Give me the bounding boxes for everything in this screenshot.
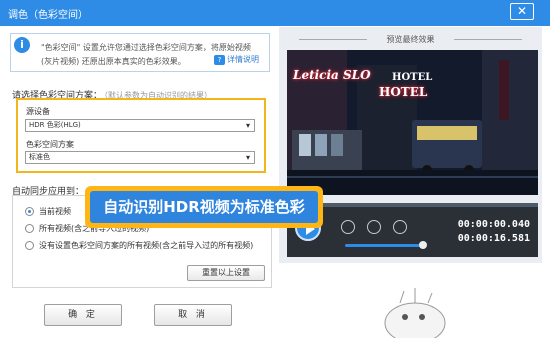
cancel-button[interactable]: 取 消 [154, 304, 232, 326]
sync-option-label: 没有设置色彩空间方案的所有视频(含之前导入过的所有视频) [39, 241, 254, 250]
previous-frame-icon[interactable] [367, 220, 381, 234]
color-scheme-select[interactable]: 标准色 ▾ [25, 151, 255, 164]
info-text-line1: "色彩空间" 设置允许您通过选择色彩空间方案，将原始视频 [41, 43, 251, 52]
radio-selected-icon[interactable] [25, 207, 34, 216]
help-link-label: 详情说明 [227, 55, 259, 64]
neon-sign: HOTEL [379, 85, 428, 99]
next-frame-icon[interactable] [393, 220, 407, 234]
sync-option-label: 当前视频 [39, 207, 71, 216]
close-icon[interactable]: ✕ [510, 3, 534, 20]
sync-option-unset[interactable]: 没有设置色彩空间方案的所有视频(含之前导入过的所有视频) [25, 240, 253, 251]
reset-button[interactable]: 重置以上设置 [187, 265, 265, 281]
scheme-label: 色彩空间方案 [26, 140, 74, 149]
volume-slider[interactable] [345, 244, 423, 247]
callout-text: 自动识别HDR视频为标准色彩 [90, 191, 318, 223]
info-text-line2: (灰片视频) 还原出原本真实的色彩效果。 [41, 57, 186, 66]
divider [454, 39, 522, 40]
volume-knob[interactable] [419, 241, 427, 249]
progress-bar[interactable] [287, 203, 538, 207]
source-device-select[interactable]: HDR 色彩(HLG) ▾ [25, 119, 255, 132]
help-link[interactable]: ? 详情说明 [214, 54, 259, 65]
mascot-illustration [384, 288, 446, 338]
ok-button[interactable]: 确 定 [44, 304, 122, 326]
title-bar: 调色（色彩空间） ✕ [0, 0, 550, 26]
radio-icon[interactable] [25, 224, 34, 233]
source-device-label: 源设备 [26, 107, 50, 116]
info-icon: i [14, 37, 30, 53]
neon-sign: Leticia SLO [293, 68, 371, 82]
feature-callout: 自动识别HDR视频为标准色彩 [85, 186, 323, 228]
color-space-selector-group: 源设备 HDR 色彩(HLG) ▾ 色彩空间方案 标准色 ▾ [16, 98, 266, 173]
info-panel: i "色彩空间" 设置允许您通过选择色彩空间方案，将原始视频 (灰片视频) 还原… [10, 33, 270, 72]
sync-option-current[interactable]: 当前视频 [25, 206, 71, 217]
current-time: 00:00:00.040 [457, 219, 530, 230]
total-time: 00:00:16.581 [457, 233, 530, 244]
chevron-down-icon: ▾ [245, 153, 250, 162]
neon-sign: HOTEL [392, 72, 433, 83]
stop-icon[interactable] [341, 220, 355, 234]
help-icon: ? [214, 55, 225, 65]
window-title: 调色（色彩空间） [8, 10, 88, 21]
radio-icon[interactable] [25, 241, 34, 250]
player-controls: 00:00:00.040 00:00:16.581 [287, 203, 538, 257]
source-device-value: HDR 色彩(HLG) [29, 121, 81, 129]
color-scheme-value: 标准色 [29, 153, 50, 161]
video-preview: Leticia SLO HOTEL HOTEL [287, 50, 538, 195]
chevron-down-icon: ▾ [245, 121, 250, 130]
